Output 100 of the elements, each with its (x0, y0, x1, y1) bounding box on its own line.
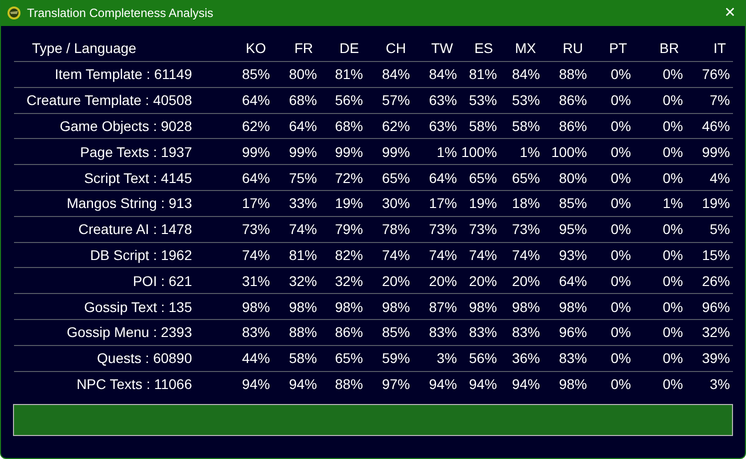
table-cell-text: 73% (428, 221, 457, 238)
table-cell-text: Quests : 60890 (96, 350, 192, 366)
table-cell-text: 58% (288, 350, 317, 366)
table-cell-text: 94% (510, 376, 540, 392)
table-cell-text: 78% (380, 221, 410, 238)
table-cell-text: 0% (610, 195, 631, 212)
table-cell-text: 74% (240, 246, 270, 263)
table-cell-text: 96% (700, 298, 730, 315)
table-cell-text: 0% (662, 170, 683, 186)
table-cell-text: 17% (240, 195, 270, 212)
table-cell-text: Script Text : 4145 (83, 170, 192, 186)
table-cell-text: 59% (380, 350, 410, 366)
table-cell-text: Mangos String : 913 (66, 195, 192, 212)
table-cell-text: 85% (240, 66, 270, 82)
column-header: Type / Language (31, 40, 138, 56)
table-cell-text: 18% (510, 195, 540, 212)
table-cell-text: 64% (240, 170, 270, 186)
table-cell-text: 80% (558, 170, 587, 186)
window-title: Translation Completeness Analysis (27, 6, 214, 20)
table-cell-text: 84% (510, 66, 540, 82)
column-header: DE (338, 40, 360, 56)
table-cell-text: 44% (240, 350, 270, 366)
table-cell-text: 64% (240, 92, 270, 108)
table-cell-text: 74% (468, 246, 497, 263)
table-cell-text: 39% (700, 350, 730, 366)
table-cell-text: 100% (460, 144, 497, 160)
table-cell-text: 4% (708, 170, 730, 186)
table-cell-text: 86% (558, 92, 587, 108)
table-cell-text: 15% (700, 246, 730, 263)
table-cell-text: 99% (288, 144, 317, 160)
table-cell-text: 62% (380, 118, 410, 134)
table-cell-text: 68% (288, 92, 317, 108)
table-cell-text: Game Objects : 9028 (58, 118, 192, 134)
table-cell-text: 63% (428, 92, 457, 108)
table-cell-text: 84% (428, 66, 457, 82)
table-cell-text: 31% (240, 272, 270, 289)
table-cell-text: 74% (510, 246, 540, 263)
table-cell-text: 19% (334, 195, 363, 212)
table-cell-text: 65% (334, 350, 363, 366)
table-cell-text: 33% (288, 195, 317, 212)
table-cell-text: 94% (428, 376, 457, 392)
table-cell-text: 7% (708, 92, 730, 108)
table-cell-text: 98% (558, 376, 587, 392)
table-cell-text: 87% (428, 298, 457, 315)
table-cell-text: 64% (288, 118, 317, 134)
table-cell-text: Creature AI : 1478 (77, 221, 192, 238)
table-cell-text: 94% (468, 376, 497, 392)
app-icon (7, 6, 21, 20)
table-cell-text: 58% (468, 118, 497, 134)
table-cell-text: 94% (288, 376, 317, 392)
table-cell-text: 26% (700, 272, 730, 289)
table-cell-text: 74% (428, 246, 457, 263)
table-cell-text: 0% (662, 272, 683, 289)
table-cell-text: 0% (610, 118, 631, 134)
table-cell-text: 98% (334, 298, 363, 315)
table-cell-text: 19% (468, 195, 497, 212)
table-cell-text: 97% (380, 376, 410, 392)
table-cell-text: 98% (510, 298, 540, 315)
table-cell-text: 46% (700, 118, 730, 134)
table-cell-text: POI : 621 (132, 272, 192, 289)
table-cell-text: 83% (428, 324, 457, 340)
table-cell-text: 76% (700, 66, 730, 82)
table-cell-text: 84% (380, 66, 410, 82)
table-cell-text: 0% (610, 221, 631, 238)
table-cell-text: 17% (428, 195, 457, 212)
table-cell-text: 86% (334, 324, 363, 340)
table-cell-text: 93% (558, 246, 587, 263)
table-cell-text: 74% (288, 221, 317, 238)
table-cell-text: 62% (240, 118, 270, 134)
table-cell-text: 30% (380, 195, 410, 212)
table-cell-text: 63% (428, 118, 457, 134)
table-cell-text: 74% (380, 246, 410, 263)
column-header: KO (244, 40, 267, 56)
table-cell-text: 88% (558, 66, 587, 82)
table-cell-text: 3% (436, 350, 457, 366)
table-cell-text: 57% (380, 92, 410, 108)
table-cell-text: 81% (334, 66, 363, 82)
table-cell-text: 19% (700, 195, 730, 212)
table-cell-text: 0% (610, 66, 631, 82)
table-cell-text: 83% (240, 324, 270, 340)
table-cell-text: 0% (610, 144, 631, 160)
table-cell-text: 0% (610, 376, 631, 392)
table-cell-text: 95% (558, 221, 587, 238)
table-cell-text: 83% (468, 324, 497, 340)
table-cell-text: 98% (240, 298, 270, 315)
table-cell-text: 32% (288, 272, 317, 289)
table-cell-text: 94% (240, 376, 270, 392)
table-cell-text: 83% (558, 350, 587, 366)
table-cell-text: Creature Template : 40508 (25, 92, 192, 108)
column-header: PT (608, 40, 628, 56)
table-cell-text: 56% (334, 92, 363, 108)
close-button[interactable]: ✕ (715, 0, 745, 26)
table-cell-text: 0% (610, 298, 631, 315)
table-cell-text: 36% (510, 350, 540, 366)
table-cell-text: 80% (288, 66, 317, 82)
table-cell-text: 64% (428, 170, 457, 186)
table-cell-text: 20% (428, 272, 457, 289)
table-cell-text: 82% (334, 246, 363, 263)
table-cell-text: 81% (288, 246, 317, 263)
table-cell-text: 81% (468, 66, 497, 82)
